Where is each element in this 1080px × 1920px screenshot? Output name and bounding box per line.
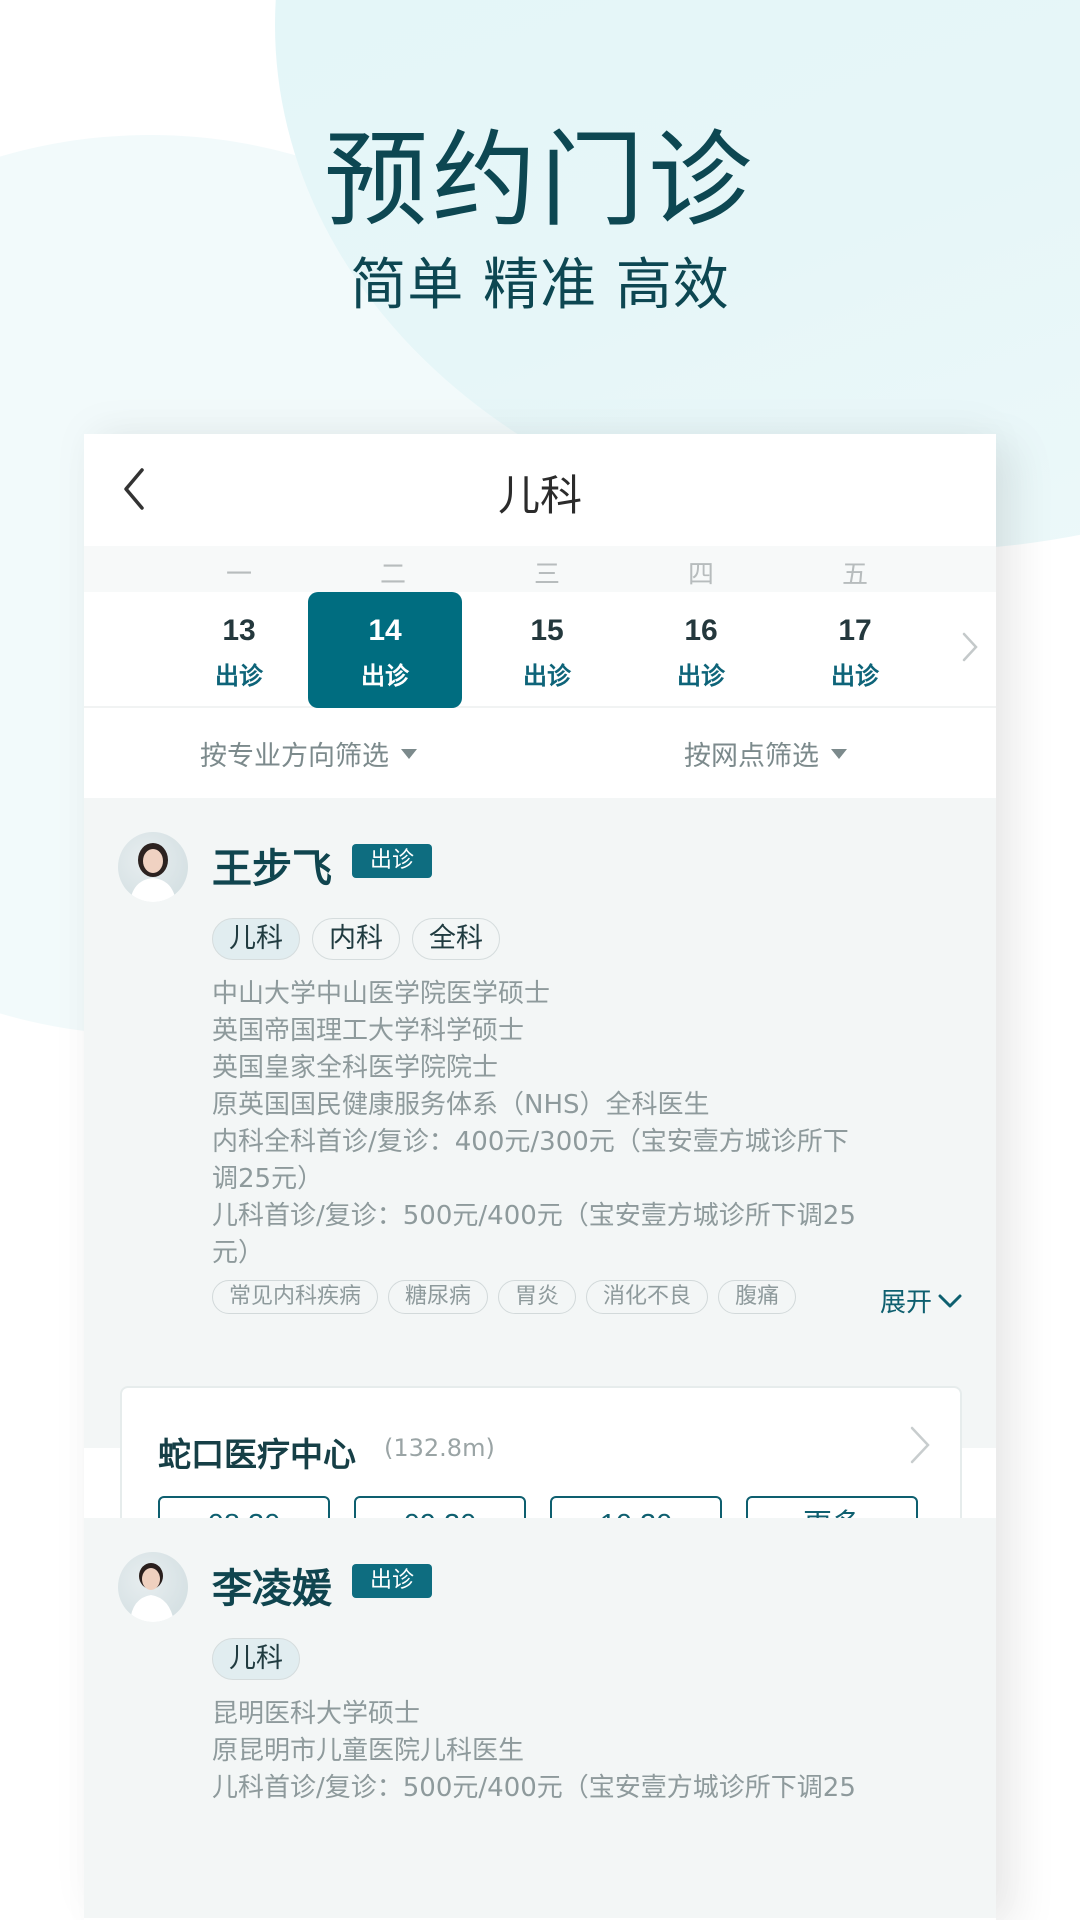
page-title: 儿科 bbox=[497, 471, 582, 520]
clinic-distance: (132.8m) bbox=[384, 1434, 495, 1462]
doctor-avatar bbox=[118, 1552, 188, 1622]
clinic-name: 蛇口医疗中心 bbox=[158, 1435, 356, 1474]
hero-subtitle: 简单 精准 高效 bbox=[350, 253, 730, 318]
date-status: 出诊 bbox=[361, 662, 409, 690]
skill-tag: 糖尿病 bbox=[388, 1280, 489, 1314]
expand-button[interactable]: 展开 bbox=[880, 1282, 962, 1319]
bio-line: 英国帝国理工大学科学硕士 bbox=[212, 1016, 525, 1046]
location-filter-label: 按网点筛选 bbox=[684, 741, 819, 772]
date-status: 出诊 bbox=[523, 662, 571, 690]
doctor-card[interactable]: 王步飞 出诊 儿科 内科 全科 中山大学中山医学院医学硕士 英国帝国理工大学科学… bbox=[84, 798, 996, 1588]
date-cell-13[interactable]: 13 出诊 bbox=[162, 592, 316, 708]
status-badge: 出诊 bbox=[352, 844, 433, 878]
caret-down-icon bbox=[831, 748, 847, 759]
bio-line: 中山大学中山医学院医学硕士 bbox=[212, 979, 551, 1009]
bio-line: 英国皇家全科医学院院士 bbox=[212, 1053, 499, 1083]
date-number: 17 bbox=[838, 614, 872, 647]
date-status: 出诊 bbox=[831, 662, 879, 690]
date-selector: 13 出诊 14 出诊 15 出诊 16 出诊 17 出诊 bbox=[84, 592, 996, 708]
doctor-name: 李凌媛 bbox=[212, 1566, 332, 1612]
bio-line: 儿科首诊/复诊：500元/400元（宝安壹方城诊所下调25元） bbox=[212, 1201, 856, 1268]
weekday-row: 一 二 三 四 五 bbox=[84, 546, 996, 592]
date-cell-17[interactable]: 17 出诊 bbox=[778, 592, 932, 708]
skill-tag: 腹痛 bbox=[718, 1280, 797, 1314]
doctor-photo-icon bbox=[130, 1563, 174, 1622]
weekday-label: 一 bbox=[225, 560, 252, 590]
date-status: 出诊 bbox=[215, 662, 263, 690]
date-cell-15[interactable]: 15 出诊 bbox=[470, 592, 624, 708]
specialty-filter-dropdown[interactable]: 按专业方向筛选 bbox=[200, 734, 417, 773]
weekday-label: 四 bbox=[687, 560, 714, 590]
skill-tag: 常见内科疾病 bbox=[212, 1280, 379, 1314]
doctor-avatar bbox=[118, 832, 188, 902]
doctor-card[interactable]: 李凌媛 出诊 儿科 昆明医科大学硕士 原昆明市儿童医院儿科医生 儿科首诊/复诊：… bbox=[84, 1518, 996, 1918]
weekday-label: 三 bbox=[533, 560, 560, 590]
bio-line: 儿科首诊/复诊：500元/400元（宝安壹方城诊所下调25 bbox=[212, 1773, 856, 1803]
specialty-filter-label: 按专业方向筛选 bbox=[200, 741, 389, 772]
department-tags: 儿科 内科 全科 bbox=[212, 918, 500, 960]
chevron-right-icon bbox=[962, 632, 978, 662]
doctor-bio: 昆明医科大学硕士 原昆明市儿童医院儿科医生 儿科首诊/复诊：500元/400元（… bbox=[212, 1696, 872, 1807]
caret-down-icon bbox=[401, 748, 417, 759]
top-bar: 儿科 bbox=[84, 434, 996, 546]
status-badge: 出诊 bbox=[352, 1564, 433, 1598]
skill-tag: 消化不良 bbox=[586, 1280, 709, 1314]
chevron-down-icon bbox=[938, 1294, 962, 1307]
doctor-bio: 中山大学中山医学院医学硕士 英国帝国理工大学科学硕士 英国皇家全科医学院院士 原… bbox=[212, 976, 872, 1272]
filter-bar: 按专业方向筛选 按网点筛选 bbox=[84, 708, 996, 798]
date-number: 16 bbox=[684, 614, 718, 647]
bio-line: 原英国国民健康服务体系（NHS）全科医生 bbox=[212, 1090, 710, 1120]
doctor-name: 王步飞 bbox=[212, 846, 332, 892]
weekday-label: 二 bbox=[379, 560, 406, 590]
doctor-photo-icon bbox=[130, 843, 176, 902]
expand-label: 展开 bbox=[880, 1288, 933, 1318]
department-tag[interactable]: 内科 bbox=[312, 918, 400, 960]
skill-tag: 胃炎 bbox=[498, 1280, 577, 1314]
department-tag[interactable]: 儿科 bbox=[212, 918, 300, 960]
department-tags: 儿科 bbox=[212, 1638, 300, 1680]
date-number: 14 bbox=[368, 614, 402, 647]
department-tag[interactable]: 儿科 bbox=[212, 1638, 300, 1680]
date-number: 13 bbox=[222, 614, 256, 647]
bio-line: 原昆明市儿童医院儿科医生 bbox=[212, 1736, 525, 1766]
next-week-button[interactable] bbox=[962, 632, 978, 666]
chevron-right-icon bbox=[910, 1426, 930, 1464]
date-cell-16[interactable]: 16 出诊 bbox=[624, 592, 778, 708]
date-number: 15 bbox=[530, 614, 564, 647]
weekday-label: 五 bbox=[841, 560, 868, 590]
app-screen: 儿科 一 二 三 四 五 13 出诊 14 出诊 15 出诊 16 出诊 17 … bbox=[84, 434, 996, 1920]
bio-line: 昆明医科大学硕士 bbox=[212, 1699, 421, 1729]
hero-title: 预约门诊 bbox=[323, 119, 756, 241]
department-tag[interactable]: 全科 bbox=[412, 918, 500, 960]
skill-tags: 常见内科疾病 糖尿病 胃炎 消化不良 腹痛 bbox=[212, 1280, 797, 1314]
bio-line: 内科全科首诊/复诊：400元/300元（宝安壹方城诊所下调25元） bbox=[212, 1127, 849, 1194]
date-cell-14-selected[interactable]: 14 出诊 bbox=[308, 592, 462, 708]
clinic-detail-button[interactable] bbox=[910, 1426, 930, 1468]
date-status: 出诊 bbox=[677, 662, 725, 690]
location-filter-dropdown[interactable]: 按网点筛选 bbox=[684, 734, 847, 773]
